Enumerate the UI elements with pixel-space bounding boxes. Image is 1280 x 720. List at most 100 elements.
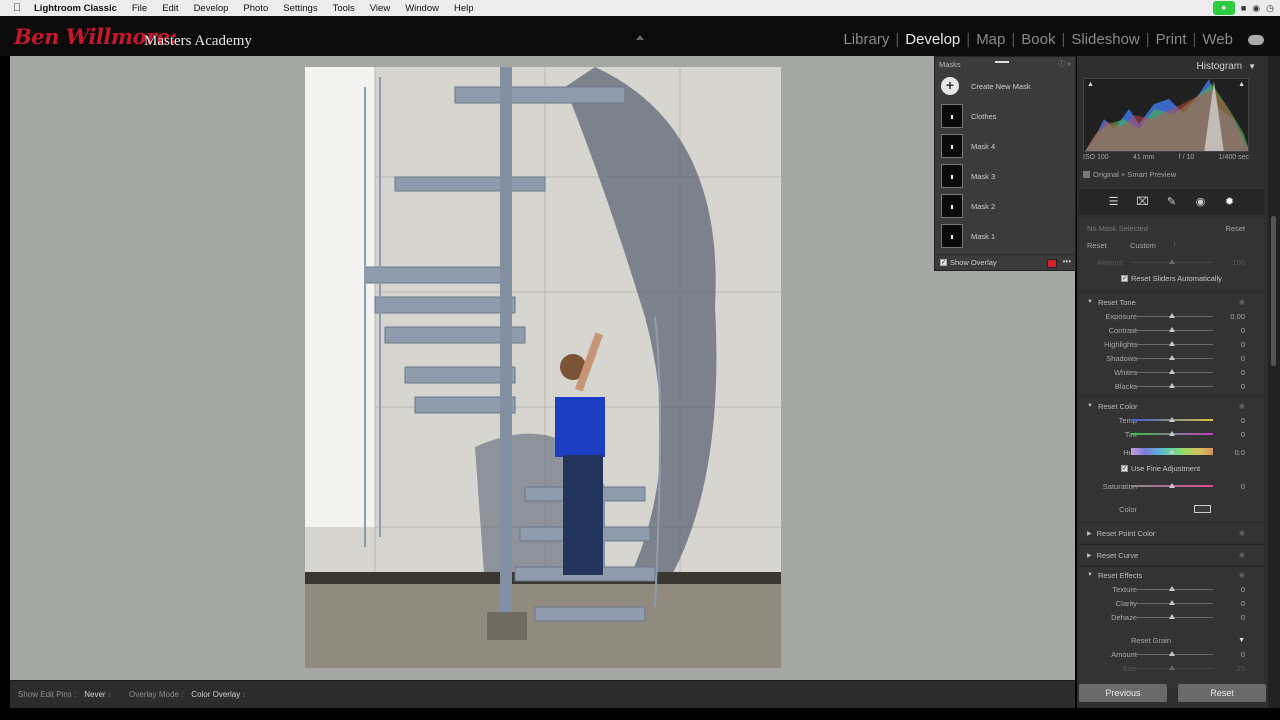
preset-select[interactable]: Custom <box>1130 241 1156 250</box>
tint-value[interactable]: 0 <box>1241 430 1245 439</box>
hue-value[interactable]: 0.0 <box>1235 448 1245 457</box>
overlay-color-swatch[interactable] <box>1047 259 1057 268</box>
red-eye-icon[interactable]: ◉ <box>1194 195 1208 209</box>
reset-sliders-row[interactable]: ✓ Reset Sliders Automatically <box>1079 272 1264 284</box>
fine-adjust-checkbox[interactable]: ✓ <box>1121 464 1128 472</box>
amount-slider-knob[interactable] <box>1169 259 1175 264</box>
menu-view[interactable]: View <box>370 3 390 14</box>
slider-value[interactable]: 0 <box>1241 613 1245 622</box>
slider-knob[interactable] <box>1169 313 1175 318</box>
drag-handle-icon[interactable] <box>995 61 1009 63</box>
module-web[interactable]: Web <box>1199 31 1236 48</box>
reset-button[interactable]: Reset <box>1178 684 1266 702</box>
grain-amount-value[interactable]: 0 <box>1241 650 1245 659</box>
module-print[interactable]: Print <box>1153 31 1190 48</box>
curve-header[interactable]: ▶ Reset Curve ◉ <box>1079 548 1264 562</box>
lock-icon[interactable]: ■ <box>1241 3 1246 13</box>
masking-icon[interactable]: ✹ <box>1223 195 1237 209</box>
module-library[interactable]: Library <box>840 31 892 48</box>
sliders-icon[interactable]: ☰ <box>1107 195 1121 209</box>
module-map[interactable]: Map <box>973 31 1008 48</box>
slider-knob[interactable] <box>1169 369 1175 374</box>
eye-icon[interactable]: ◉ <box>1239 529 1245 537</box>
grain-size-knob[interactable] <box>1169 665 1175 670</box>
previous-button[interactable]: Previous <box>1079 684 1167 702</box>
slider-value[interactable]: 0 <box>1241 354 1245 363</box>
grain-amount-knob[interactable] <box>1169 651 1175 656</box>
highlight-clipping-icon[interactable]: ▲ <box>1238 81 1245 88</box>
tone-header[interactable]: ▼ Reset Tone ◉ <box>1079 295 1264 309</box>
control-icon[interactable]: ◉ <box>1252 3 1260 14</box>
grain-size-value[interactable]: 25 <box>1237 664 1245 673</box>
slider-value[interactable]: 0 <box>1241 340 1245 349</box>
cloud-sync-icon[interactable] <box>1248 34 1264 45</box>
menu-help[interactable]: Help <box>454 3 474 14</box>
saturation-slider-knob[interactable] <box>1169 483 1175 488</box>
menu-window[interactable]: Window <box>405 3 439 14</box>
module-book[interactable]: Book <box>1018 31 1058 48</box>
hue-slider-knob[interactable] <box>1169 449 1175 454</box>
show-edit-pins-select[interactable]: Never <box>84 690 111 699</box>
mask-item[interactable]: Mask 2 <box>935 191 1075 221</box>
video-camera-icon[interactable]: ● <box>1212 1 1235 15</box>
right-panel-scrollbar[interactable] <box>1268 56 1280 708</box>
masks-panel-header[interactable]: Masks ⓘ » <box>935 57 1075 71</box>
amount-value[interactable]: 100 <box>1232 258 1245 267</box>
menu-file[interactable]: File <box>132 3 147 14</box>
tint-slider-knob[interactable] <box>1169 431 1175 436</box>
show-overlay-checkbox[interactable]: ✓ <box>940 259 947 266</box>
help-collapse-icon[interactable]: ⓘ » <box>1058 59 1071 69</box>
effects-header[interactable]: ▼ Reset Effects ◉ <box>1079 568 1264 582</box>
slider-value[interactable]: 0.00 <box>1230 312 1245 321</box>
reset-link[interactable]: Reset <box>1225 224 1245 233</box>
menu-develop[interactable]: Develop <box>194 3 229 14</box>
slider-knob[interactable] <box>1169 383 1175 388</box>
photo-staircase[interactable] <box>305 67 781 668</box>
mask-item[interactable]: Mask 1 <box>935 221 1075 251</box>
temp-slider-knob[interactable] <box>1169 417 1175 422</box>
slider-knob[interactable] <box>1169 327 1175 332</box>
menu-app-name[interactable]: Lightroom Classic <box>34 3 117 14</box>
overlay-mode-select[interactable]: Color Overlay <box>191 690 245 699</box>
grain-header[interactable]: Reset Grain ▼ <box>1079 634 1264 646</box>
slider-value[interactable]: 0 <box>1241 382 1245 391</box>
histogram-header[interactable]: Histogram ▼ <box>1077 56 1268 76</box>
eye-icon[interactable]: ◉ <box>1239 551 1245 559</box>
menu-settings[interactable]: Settings <box>283 3 317 14</box>
module-develop[interactable]: Develop <box>902 31 963 48</box>
slider-knob[interactable] <box>1169 586 1175 591</box>
slider-value[interactable]: 0 <box>1241 368 1245 377</box>
create-new-mask-button[interactable]: + Create New Mask <box>935 71 1075 101</box>
crop-icon[interactable]: ⌧ <box>1136 195 1150 209</box>
menu-edit[interactable]: Edit <box>162 3 178 14</box>
eye-icon[interactable]: ◉ <box>1239 571 1245 579</box>
slider-value[interactable]: 0 <box>1241 326 1245 335</box>
mask-item[interactable]: Mask 3 <box>935 161 1075 191</box>
healing-brush-icon[interactable]: ✎ <box>1165 195 1179 209</box>
eye-icon[interactable]: ◉ <box>1239 402 1245 410</box>
color-swatch-picker[interactable] <box>1194 505 1211 513</box>
slider-value[interactable]: 0 <box>1241 585 1245 594</box>
mask-item[interactable]: Clothes <box>935 101 1075 131</box>
slider-knob[interactable] <box>1169 600 1175 605</box>
timer-icon[interactable]: ◷ <box>1266 3 1274 14</box>
collapse-top-panel-icon[interactable] <box>636 35 644 40</box>
eye-icon[interactable]: ◉ <box>1239 298 1245 306</box>
collapse-triangle-icon[interactable]: ▼ <box>1248 62 1256 71</box>
menu-tools[interactable]: Tools <box>333 3 355 14</box>
slider-knob[interactable] <box>1169 355 1175 360</box>
histogram-graph[interactable]: ▲ ▲ <box>1083 78 1249 152</box>
grain-collapse-icon[interactable]: ▼ <box>1238 637 1245 644</box>
fine-adjust-row[interactable]: ✓ Use Fine Adjustment <box>1079 462 1264 474</box>
saturation-value[interactable]: 0 <box>1241 482 1245 491</box>
image-canvas[interactable] <box>10 56 1075 680</box>
point-color-header[interactable]: ▶ Reset Point Color ◉ <box>1079 526 1264 540</box>
slider-knob[interactable] <box>1169 341 1175 346</box>
scrollbar-thumb[interactable] <box>1271 216 1276 366</box>
slider-knob[interactable] <box>1169 614 1175 619</box>
apple-menu-icon[interactable]:  <box>0 2 34 14</box>
color-header[interactable]: ▼ Reset Color ◉ <box>1079 399 1264 413</box>
more-options-icon[interactable]: ••• <box>1063 257 1071 266</box>
reset-sliders-checkbox[interactable]: ✓ <box>1121 274 1128 282</box>
temp-value[interactable]: 0 <box>1241 416 1245 425</box>
